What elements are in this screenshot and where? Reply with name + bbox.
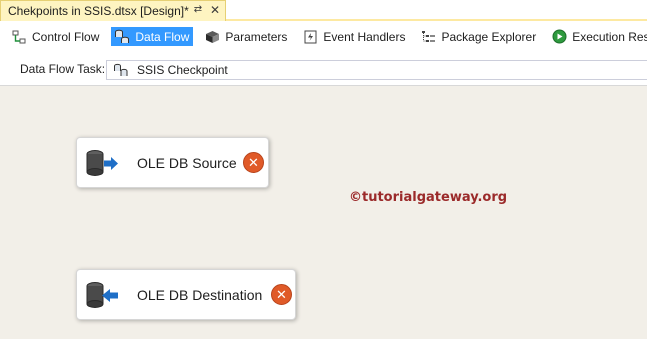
execution-results-icon	[551, 29, 567, 45]
tab-label: Execution Results	[572, 29, 647, 44]
tab-label: Parameters	[225, 29, 288, 44]
document-tab-title: Chekpoints in SSIS.dtsx [Design]*	[8, 4, 189, 18]
tab-label: Data Flow	[135, 29, 190, 44]
error-icon[interactable]: ✕	[243, 152, 264, 173]
data-flow-task-value: SSIS Checkpoint	[137, 63, 228, 77]
tab-label: Event Handlers	[323, 29, 406, 44]
data-flow-task-row: Data Flow Task: SSIS Checkpoint	[0, 52, 647, 86]
document-tab[interactable]: Chekpoints in SSIS.dtsx [Design]* ⇄ ✕	[0, 0, 226, 21]
data-flow-task-icon	[113, 63, 129, 77]
ole-db-destination-component[interactable]: OLE DB Destination ✕	[76, 269, 296, 320]
tab-data-flow[interactable]: Data Flow	[111, 27, 194, 46]
data-flow-task-label: Data Flow Task:	[20, 62, 106, 76]
tab-event-handlers[interactable]: Event Handlers	[299, 27, 409, 46]
ole-db-destination-icon	[85, 282, 119, 309]
designer-tab-bar: Control Flow Data Flow Parameters Event …	[0, 21, 647, 52]
ole-db-source-component[interactable]: OLE DB Source ✕	[76, 137, 269, 188]
close-icon[interactable]: ✕	[209, 4, 221, 16]
pin-icon[interactable]: ⇄	[192, 4, 204, 16]
tab-control-flow[interactable]: Control Flow	[8, 27, 103, 46]
parameters-icon	[204, 29, 220, 45]
watermark: ©tutorialgateway.org	[349, 190, 508, 205]
design-canvas[interactable]: OLE DB Source ✕ OLE DB Destination ✕ ©tu…	[0, 87, 647, 339]
tab-package-explorer[interactable]: Package Explorer	[417, 27, 540, 46]
event-handlers-icon	[302, 29, 318, 45]
tab-parameters[interactable]: Parameters	[201, 27, 291, 46]
ole-db-source-icon	[85, 150, 119, 177]
control-flow-icon	[11, 29, 27, 45]
data-flow-task-select[interactable]: SSIS Checkpoint	[106, 60, 647, 80]
tab-execution-results[interactable]: Execution Results	[548, 27, 647, 46]
document-tab-strip: Chekpoints in SSIS.dtsx [Design]* ⇄ ✕	[0, 0, 647, 21]
component-label: OLE DB Source	[137, 155, 237, 171]
component-label: OLE DB Destination	[137, 287, 263, 303]
tab-label: Control Flow	[32, 29, 100, 44]
error-icon[interactable]: ✕	[271, 284, 292, 305]
tab-label: Package Explorer	[441, 29, 537, 44]
package-explorer-icon	[420, 29, 436, 45]
data-flow-icon	[114, 29, 130, 45]
